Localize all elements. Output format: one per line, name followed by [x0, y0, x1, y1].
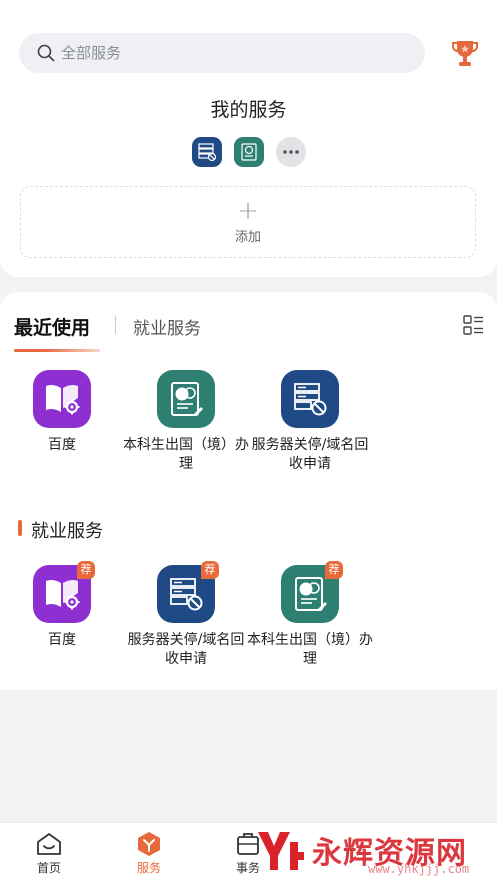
nav-label: 事务	[235, 861, 260, 875]
more-dots-icon	[282, 150, 299, 154]
server-block-icon	[197, 143, 216, 162]
app-label: 百度	[48, 632, 76, 648]
tab-active-indicator	[14, 349, 100, 352]
list-view-icon[interactable]	[463, 315, 484, 336]
app-label: 本科生出国（境）办理	[123, 437, 249, 472]
app-tile	[33, 370, 91, 428]
add-label: 添加	[234, 229, 261, 245]
book-gear-icon	[46, 384, 80, 415]
app-tile	[157, 370, 215, 428]
app-label: 本科生出国（境）办理	[247, 632, 373, 667]
recommend-badge: 荐	[201, 561, 219, 579]
nav-label: 服务	[136, 861, 161, 875]
plus-icon: +	[237, 195, 259, 226]
passport-form-icon	[295, 577, 327, 611]
search-bar[interactable]	[19, 33, 425, 73]
app-server-shutdown[interactable]: 荐 服务器关停/域名回收申请	[121, 561, 251, 669]
recommend-badge: 荐	[77, 561, 95, 579]
nav-affairs[interactable]: 事务	[213, 831, 283, 876]
app-label: 服务器关停/域名回收申请	[127, 632, 245, 667]
tab-jobs[interactable]: 就业服务	[133, 314, 201, 339]
home-icon	[37, 833, 61, 855]
trophy-icon[interactable]	[451, 38, 479, 68]
recent-apps-grid: 百度 本科生出国（境）办理 服务器关停/域名回收申请	[0, 370, 497, 490]
section-marker	[18, 520, 22, 536]
app-label: 百度	[48, 437, 76, 453]
nav-service[interactable]: 服务	[114, 831, 184, 876]
book-gear-icon	[46, 579, 80, 610]
bottom-nav: 首页 服务 事务	[0, 822, 497, 883]
search-icon	[37, 44, 55, 62]
server-block-icon	[170, 578, 203, 611]
app-tile	[281, 370, 339, 428]
app-baidu[interactable]: 荐 百度	[0, 561, 127, 650]
section-title: 就业服务	[31, 521, 103, 542]
tab-divider	[115, 316, 116, 334]
nav-home[interactable]: 首页	[14, 831, 84, 876]
tab-recent[interactable]: 最近使用	[14, 313, 90, 340]
app-overseas[interactable]: 本科生出国（境）办理	[121, 370, 251, 474]
app-tile: 荐	[33, 561, 95, 623]
my-service-passport-form[interactable]	[233, 137, 264, 167]
job-apps-grid: 荐 百度 荐 服务器关停/域名回收申请 荐 本科生出国（境）办理	[0, 561, 497, 685]
my-service-server-block[interactable]	[191, 137, 222, 167]
more-services-button[interactable]	[275, 137, 306, 167]
recommend-badge: 荐	[325, 561, 343, 579]
app-baidu[interactable]: 百度	[0, 370, 127, 455]
passport-form-icon	[171, 382, 203, 416]
app-tile: 荐	[157, 561, 219, 623]
app-overseas[interactable]: 荐 本科生出国（境）办理	[245, 561, 375, 669]
app-tile: 荐	[281, 561, 343, 623]
search-input[interactable]	[61, 44, 401, 62]
app-label: 服务器关停/域名回收申请	[251, 437, 369, 472]
my-services-icons	[0, 137, 497, 167]
services-panel: 最近使用 就业服务 百度 本科生出国（境）办理 服务器关停/域名回收申请 就业服…	[0, 292, 497, 690]
affairs-icon	[237, 833, 259, 855]
nav-label: 首页	[36, 861, 61, 875]
service-icon	[138, 832, 160, 856]
my-services-title: 我的服务	[210, 99, 287, 121]
server-block-icon	[294, 383, 327, 416]
add-service-button[interactable]: + 添加	[20, 186, 476, 258]
passport-form-icon	[240, 143, 257, 161]
my-services-card: 我的服务 + 添加	[0, 0, 497, 277]
app-server-shutdown[interactable]: 服务器关停/域名回收申请	[245, 370, 375, 474]
